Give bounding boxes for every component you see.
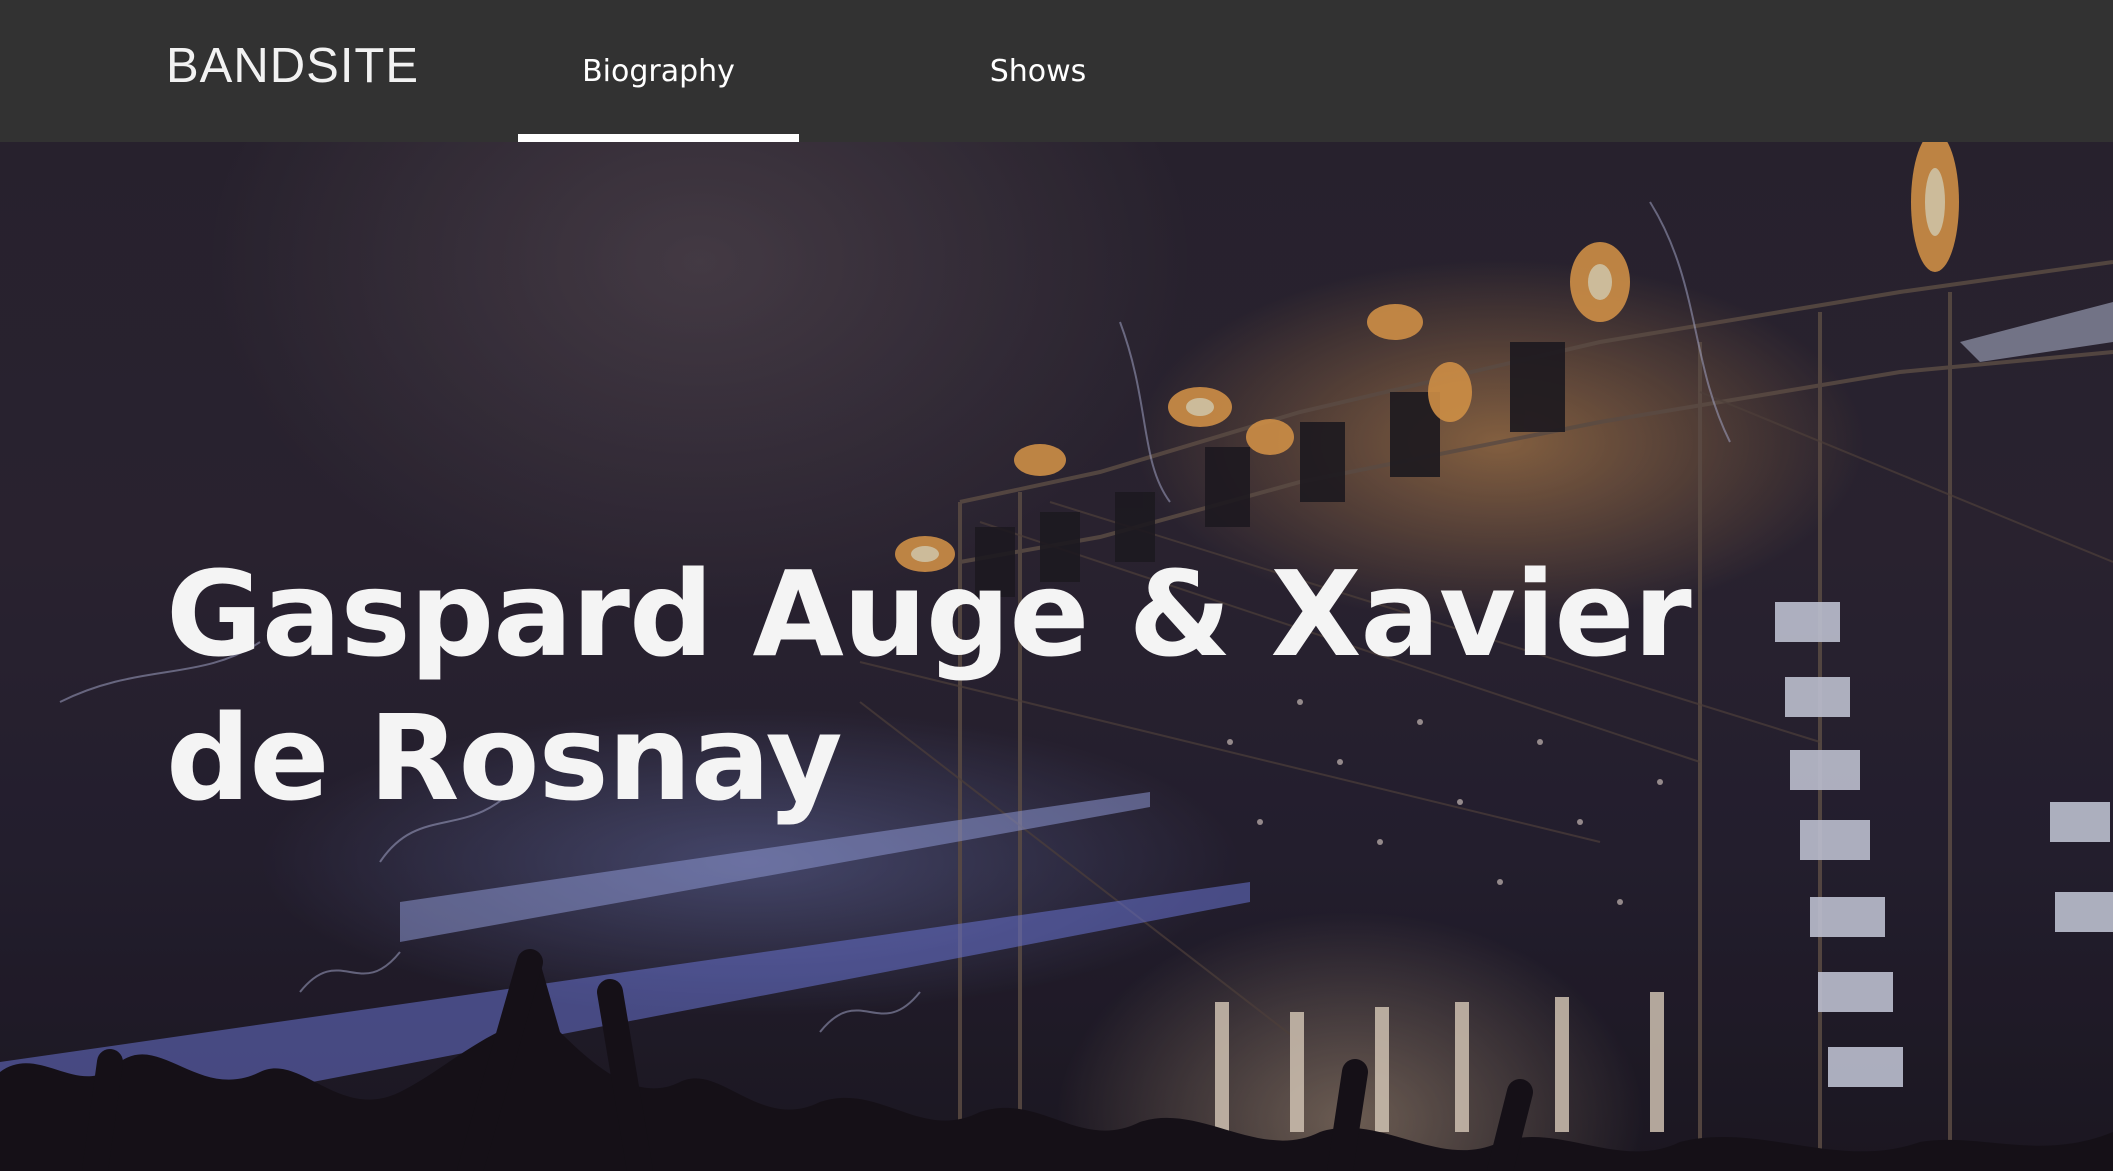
hero-title: Gaspard Auge & Xavier de Rosnay [166, 545, 1692, 827]
site-header: BANDSITE Biography Shows [0, 0, 2113, 142]
site-logo[interactable]: BANDSITE [166, 38, 419, 94]
nav-link-shows[interactable]: Shows [938, 0, 1138, 142]
active-nav-indicator [518, 134, 799, 142]
hero-section: Gaspard Auge & Xavier de Rosnay [0, 142, 2113, 1171]
nav-link-biography[interactable]: Biography [518, 0, 799, 142]
